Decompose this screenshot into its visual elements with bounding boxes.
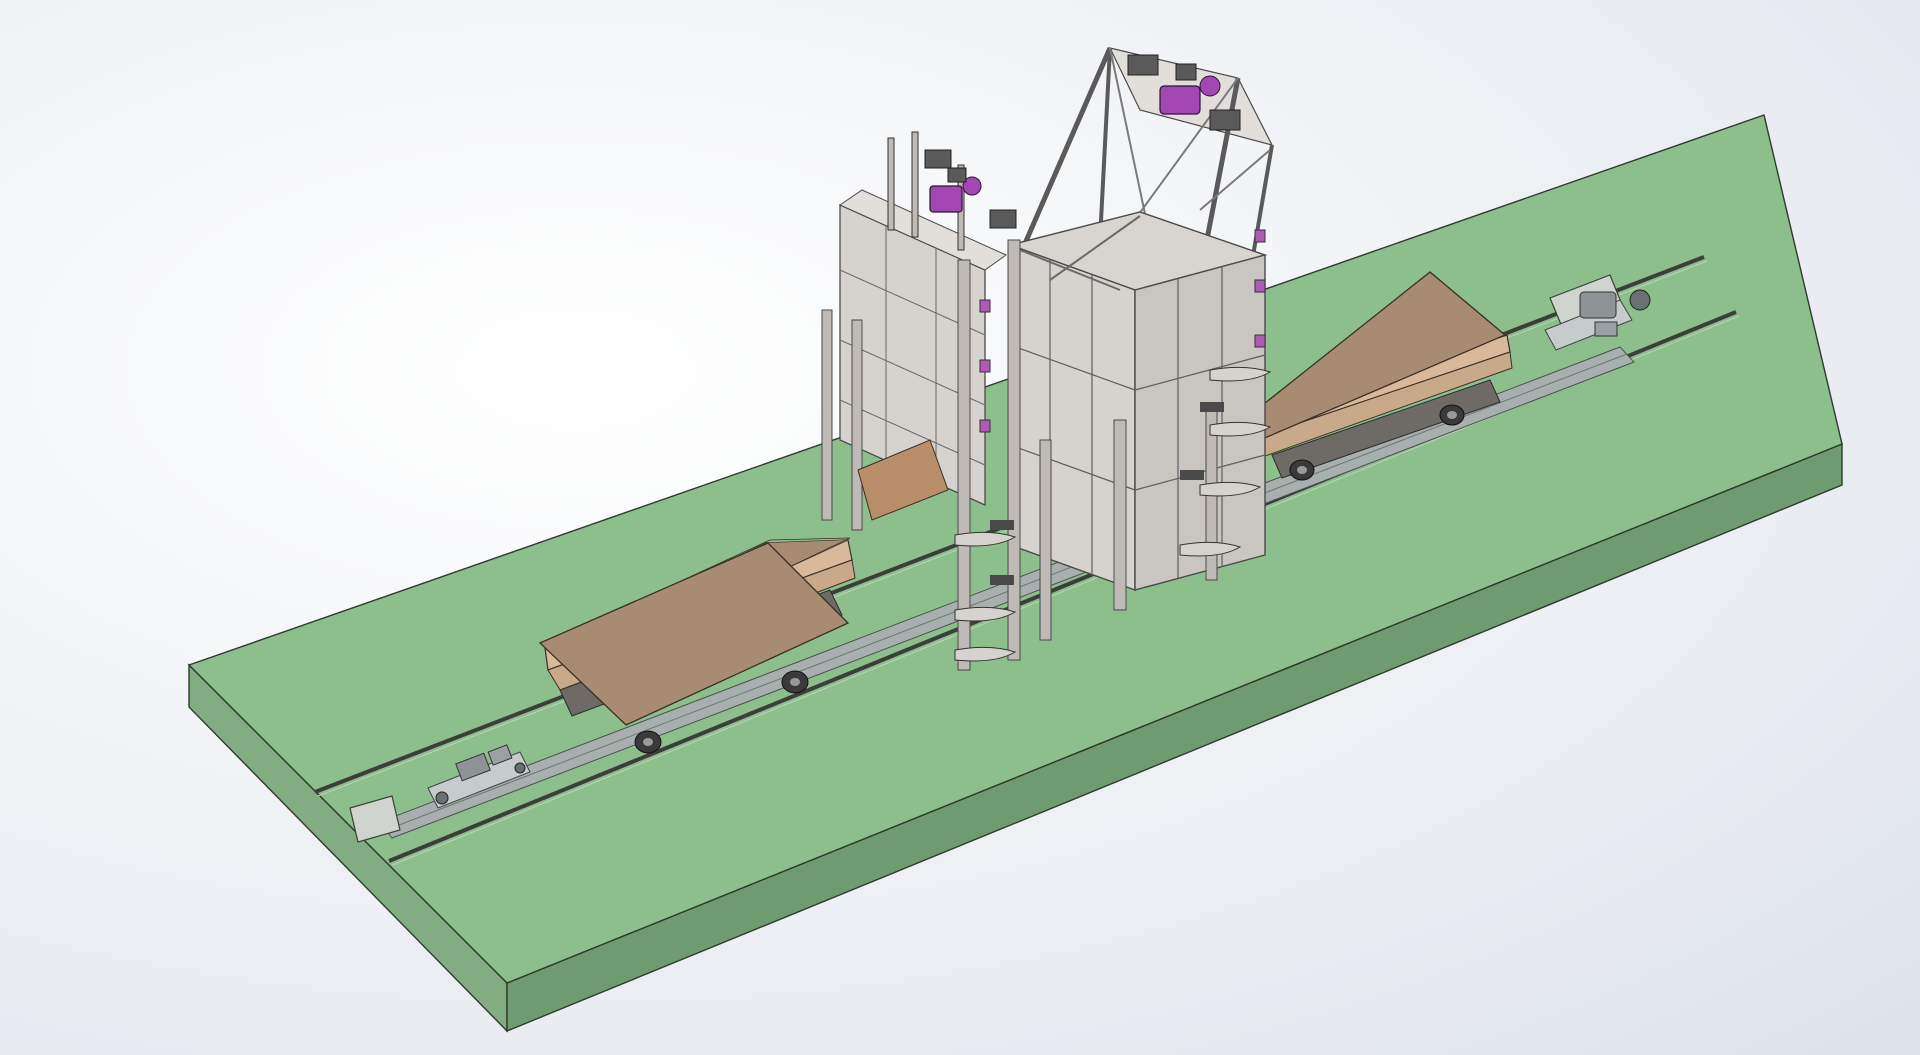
cad-model-render[interactable] [0, 0, 1920, 1055]
cad-viewport[interactable] [0, 0, 1920, 1055]
door-lift-motor-left [929, 167, 982, 213]
